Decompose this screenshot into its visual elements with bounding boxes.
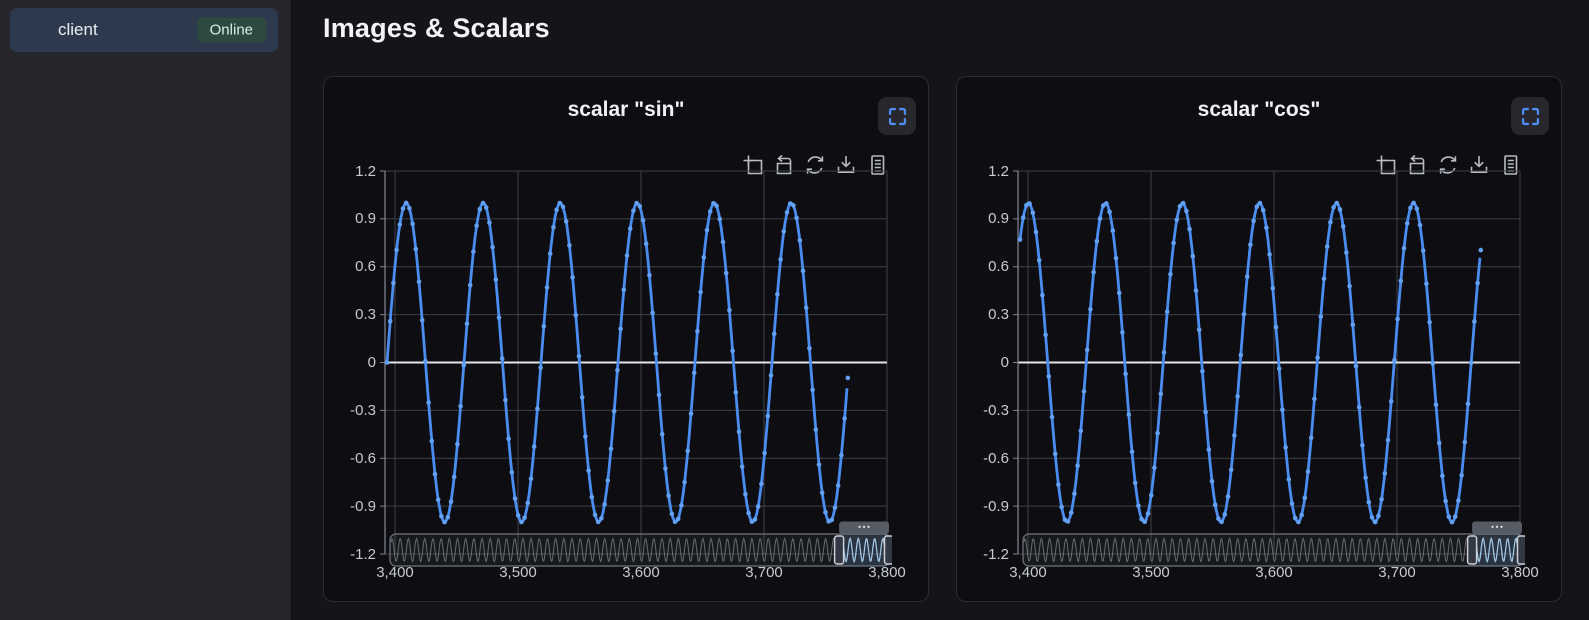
grip-dots-icon	[867, 526, 869, 528]
y-tick-label: 0	[324, 353, 376, 372]
client-label: client	[58, 20, 98, 40]
y-tick-label: -0.6	[957, 449, 1009, 468]
sidebar: client Online	[0, 0, 292, 620]
y-axis-labels: 1.2 0.9 0.6 0.3 0 -0.3 -0.6 -0.9 -1.2	[324, 163, 376, 573]
grip-dots-icon	[1496, 526, 1498, 528]
chart-title: scalar "cos"	[957, 98, 1561, 122]
y-tick-label: -0.9	[957, 497, 1009, 516]
datazoom-handle-left[interactable]	[835, 536, 844, 564]
x-tick-label: 3,400	[988, 564, 1068, 582]
y-tick-label: 0.6	[957, 257, 1009, 276]
y-tick-label: 0.3	[324, 305, 376, 324]
y-tick-label: -1.2	[324, 545, 376, 564]
x-tick-label: 3,700	[724, 564, 804, 582]
datazoom-handle-right[interactable]	[1518, 536, 1526, 564]
grip-dots-icon	[858, 526, 860, 528]
x-axis-labels: 3,4003,5003,6003,7003,800	[380, 564, 892, 584]
sidebar-item-client[interactable]: client Online	[10, 8, 278, 52]
chart-card: scalar "sin" 1.2 0.9 0.6 0.3 0 -0.3 -0.6 -0.9 -1…	[323, 76, 929, 602]
y-tick-label: 0	[957, 353, 1009, 372]
fullscreen-icon	[1520, 106, 1541, 127]
grip-dots-icon	[1491, 526, 1493, 528]
y-tick-label: -0.6	[324, 449, 376, 468]
y-tick-label: -0.9	[324, 497, 376, 516]
datazoom-handle-right[interactable]	[885, 536, 893, 564]
status-badge: Online	[197, 18, 266, 43]
expand-button[interactable]	[1511, 97, 1549, 135]
x-tick-label: 3,600	[1234, 564, 1314, 582]
chart-cards-row: scalar "sin" 1.2 0.9 0.6 0.3 0 -0.3 -0.6 -0.9 -1…	[323, 76, 1562, 602]
y-tick-label: -0.3	[957, 401, 1009, 420]
y-axis-labels: 1.2 0.9 0.6 0.3 0 -0.3 -0.6 -0.9 -1.2	[957, 163, 1009, 573]
x-tick-label: 3,600	[601, 564, 681, 582]
grip-dots-icon	[1500, 526, 1502, 528]
datazoom-handle-left[interactable]	[1468, 536, 1477, 564]
main-content: Images & Scalars scalar "sin" 1.2 0.9 0.6 0…	[293, 0, 1589, 620]
y-tick-label: 0.9	[957, 209, 1009, 228]
x-tick-label: 3,800	[1480, 564, 1560, 582]
expand-button[interactable]	[878, 97, 916, 135]
chart-canvas[interactable]	[380, 163, 892, 573]
x-tick-label: 3,500	[1111, 564, 1191, 582]
page-title: Images & Scalars	[323, 13, 550, 44]
x-tick-label: 3,700	[1357, 564, 1437, 582]
y-tick-label: 0.3	[957, 305, 1009, 324]
y-tick-label: 1.2	[957, 162, 1009, 181]
x-tick-label: 3,400	[355, 564, 435, 582]
y-tick-label: 0.9	[324, 209, 376, 228]
chart-title: scalar "sin"	[324, 98, 928, 122]
x-axis-labels: 3,4003,5003,6003,7003,800	[1013, 564, 1525, 584]
y-tick-label: -1.2	[957, 545, 1009, 564]
grip-dots-icon	[863, 526, 865, 528]
chart-canvas[interactable]	[1013, 163, 1525, 573]
fullscreen-icon	[887, 106, 908, 127]
chart-card: scalar "cos" 1.2 0.9 0.6 0.3 0 -0.3 -0.6 -0.9 -1…	[956, 76, 1562, 602]
y-tick-label: -0.3	[324, 401, 376, 420]
y-tick-label: 0.6	[324, 257, 376, 276]
y-tick-label: 1.2	[324, 162, 376, 181]
app-root: { "sidebar": { "client": { "label": "cli…	[0, 0, 1589, 620]
x-tick-label: 3,500	[478, 564, 558, 582]
x-tick-label: 3,800	[847, 564, 927, 582]
